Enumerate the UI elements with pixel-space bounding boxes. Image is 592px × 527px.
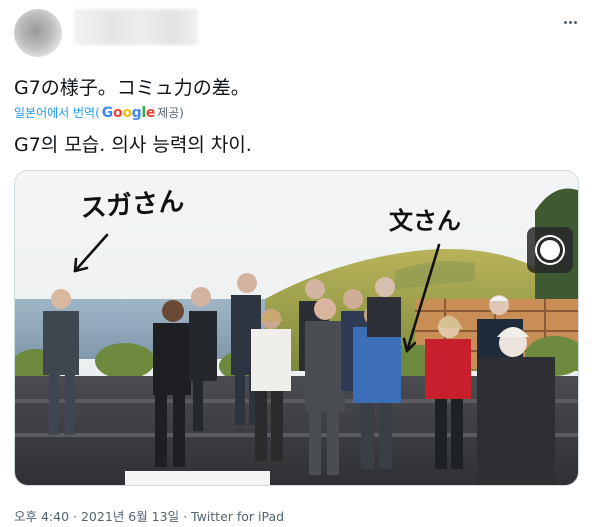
capture-button[interactable]: [527, 227, 573, 273]
blurred-username[interactable]: [74, 9, 198, 45]
translation-suffix: 제공): [157, 106, 184, 120]
meta-separator: ·: [179, 509, 192, 524]
tweet-video[interactable]: スガさん 文さん: [14, 170, 579, 486]
google-logo: Google: [101, 105, 156, 121]
tweet-time[interactable]: 오후 4:40: [14, 509, 69, 524]
tweet-text-translated: G7의 모습. 의사 능력의 차이.: [14, 134, 252, 156]
tweet-date[interactable]: 2021년 6월 13일: [81, 509, 179, 524]
avatar[interactable]: [14, 9, 62, 57]
meta-separator: ·: [69, 509, 81, 524]
translation-prefix: 일본어에서 번역(: [14, 106, 100, 120]
tweet-source[interactable]: Twitter for iPad: [191, 509, 284, 524]
record-icon: [540, 240, 560, 260]
more-options-icon[interactable]: [558, 12, 582, 32]
translation-attribution[interactable]: 일본어에서 번역( Google 제공): [14, 104, 184, 122]
annotation-right: 文さん: [389, 207, 461, 235]
video-frame: スガさん 文さん: [15, 171, 578, 485]
tweet-metadata: 오후 4:40 · 2021년 6월 13일 · Twitter for iPa…: [14, 506, 284, 525]
tweet-text-japanese: G7の様子。コミュ力の差。: [14, 77, 250, 99]
